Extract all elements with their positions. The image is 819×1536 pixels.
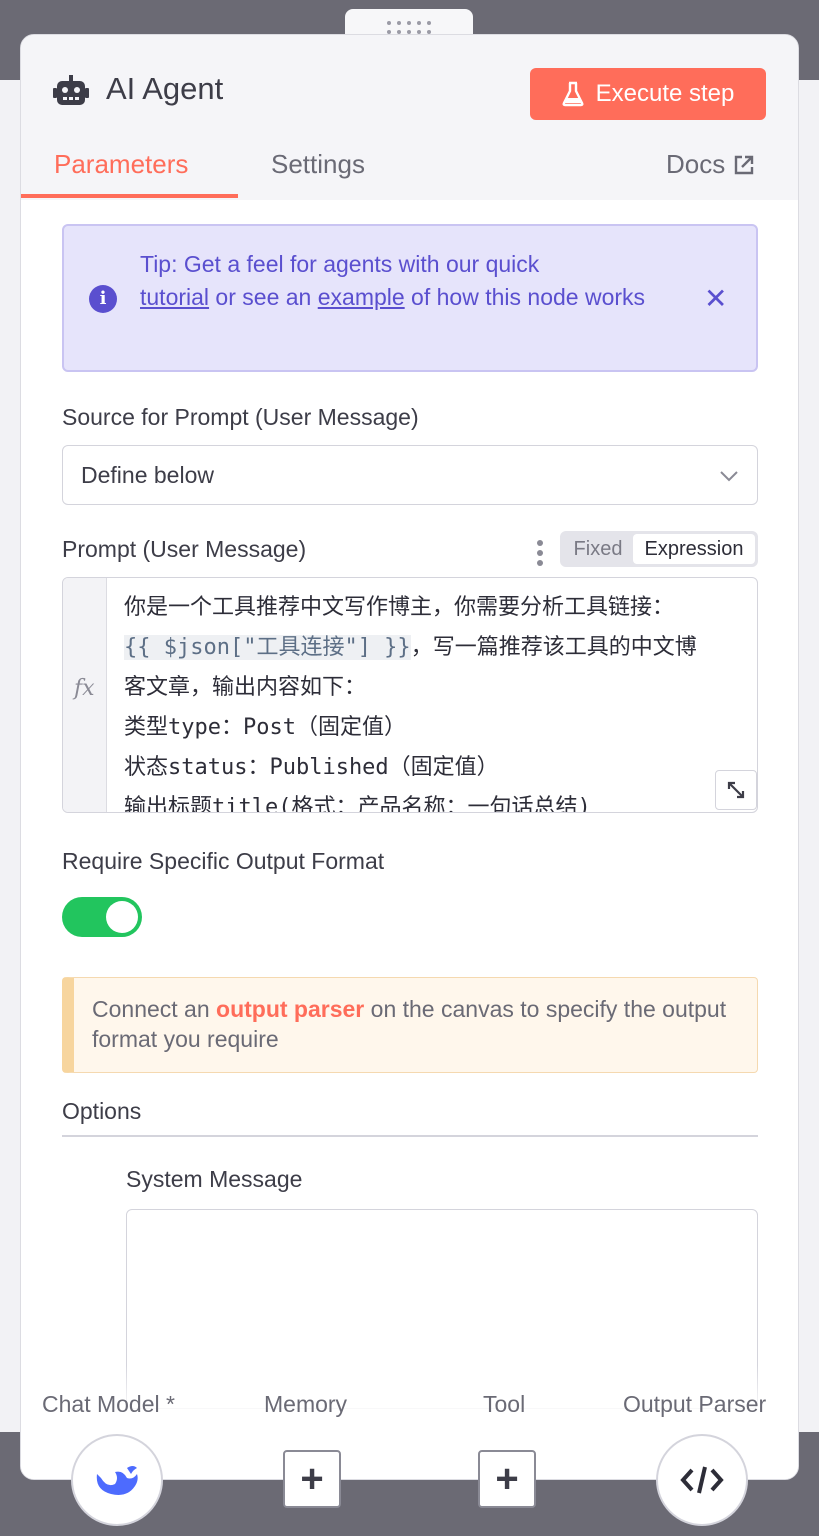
prompt-line: 客文章，输出内容如下： [124,675,367,700]
options-divider [62,1135,758,1137]
tip-middle: or see an [209,284,318,310]
notice-prefix: Connect an [92,996,217,1022]
output-parser-label: Output Parser [623,1391,767,1417]
output-format-switch[interactable] [62,897,142,937]
tip-text: Tip: Get a feel for agents with our quic… [140,248,660,314]
notice-text: Connect an output parser on the canvas t… [92,994,732,1054]
prompt-line: 输出标题title(格式：产品名称：一句话总结) [124,795,591,813]
prompt-line: 类型type：Post（固定值） [124,715,406,740]
source-prompt-label: Source for Prompt (User Message) [62,404,419,430]
prompt-text[interactable]: 你是一个工具推荐中文写作博主，你需要分析工具链接： {{ $json["工具连接"… [124,588,754,813]
tutorial-link[interactable]: tutorial [140,284,209,310]
active-tab-indicator [21,194,238,198]
more-options-icon[interactable] [537,540,543,566]
prompt-line-rest: ，写一篇推荐该工具的中文博 [410,635,697,660]
info-icon: i [89,285,117,313]
system-message-label: System Message [126,1166,303,1192]
source-prompt-value: Define below [81,462,214,488]
output-parser-link[interactable]: output parser [216,996,364,1022]
execute-step-label: Execute step [595,80,735,107]
robot-icon [53,75,89,105]
options-label: Options [62,1098,142,1124]
expand-icon [727,781,745,799]
tip-callout: i Tip: Get a feel for agents with our qu… [62,224,758,372]
tab-docs[interactable]: Docs [666,149,755,180]
expand-editor-button[interactable] [715,770,757,810]
prompt-line: 状态status：Published（固定值） [124,755,499,780]
prompt-editor[interactable]: fx 你是一个工具推荐中文写作博主，你需要分析工具链接： {{ $json["工具… [62,577,758,813]
tip-prefix: Tip: Get a feel for agents with our quic… [140,251,540,277]
flask-icon [562,81,584,107]
external-link-icon [735,155,754,174]
expression-token: {{ $json["工具连接"] }} [124,635,411,660]
memory-label: Memory [264,1391,348,1417]
switch-knob [106,901,138,933]
mode-fixed[interactable]: Fixed [563,538,633,561]
add-tool-button[interactable]: + [478,1450,536,1508]
tip-suffix: of how this node works [404,284,646,310]
deepseek-whale-icon [96,1466,138,1495]
tab-settings[interactable]: Settings [271,149,365,180]
close-icon[interactable]: ✕ [704,282,727,315]
panel-header: AI Agent Execute step Parameters Setting… [21,35,798,200]
chat-model-label: Chat Model * [42,1391,175,1417]
mode-expression[interactable]: Expression [633,534,755,564]
docs-label: Docs [666,149,726,179]
tool-label: Tool [483,1391,526,1417]
source-prompt-select[interactable]: Define below [62,445,758,505]
chat-model-node[interactable] [71,1434,163,1526]
example-link[interactable]: example [318,284,405,310]
prompt-line: 你是一个工具推荐中文写作博主，你需要分析工具链接： [124,595,675,620]
node-title: AI Agent [106,71,224,106]
chevron-down-icon [720,471,738,482]
node-panel: AI Agent Execute step Parameters Setting… [20,34,799,1480]
fx-icon: fx [74,676,95,701]
fixed-expression-toggle[interactable]: Fixed Expression [560,531,758,567]
execute-step-button[interactable]: Execute step [530,68,766,120]
tab-parameters[interactable]: Parameters [54,149,188,180]
expression-gutter: fx [63,578,107,812]
prompt-label: Prompt (User Message) [62,536,307,562]
prompt-line: {{ $json["工具连接"] }}，写一篇推荐该工具的中文博 [124,628,754,668]
output-format-label: Require Specific Output Format [62,848,385,874]
output-parser-notice: Connect an output parser on the canvas t… [62,977,758,1073]
code-icon [680,1466,724,1494]
output-parser-node[interactable] [656,1434,748,1526]
add-memory-button[interactable]: + [283,1450,341,1508]
